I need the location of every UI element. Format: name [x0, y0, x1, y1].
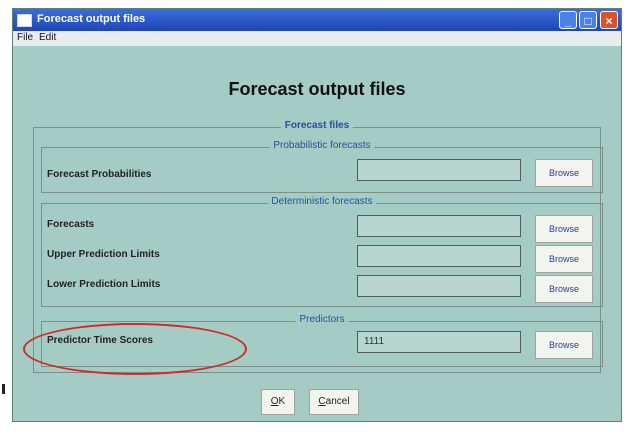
menu-bar: File Edit — [13, 31, 621, 46]
ok-button[interactable]: OK — [261, 389, 295, 415]
upper-prediction-limits-field[interactable] — [357, 245, 521, 267]
maximize-button[interactable]: □ — [579, 11, 597, 29]
close-button[interactable]: × — [600, 11, 618, 29]
cancel-button[interactable]: Cancel — [309, 389, 359, 415]
window-title: Forecast output files — [37, 13, 146, 25]
forecasts-browse-button[interactable]: Browse — [535, 215, 593, 243]
forecasts-field[interactable] — [357, 215, 521, 237]
dialog-window: Forecast output files _ □ × File Edit Fo… — [12, 8, 622, 422]
edge-mark — [2, 384, 5, 394]
predictor-time-scores-field[interactable]: 1111 — [357, 331, 521, 353]
forecast-probabilities-browse-button[interactable]: Browse — [535, 159, 593, 187]
deterministic-legend: Deterministic forecasts — [267, 196, 377, 207]
minimize-button[interactable]: _ — [559, 11, 577, 29]
page-title: Forecast output files — [228, 79, 406, 99]
highlight-ellipse — [23, 323, 247, 375]
upper-prediction-limits-browse-button[interactable]: Browse — [535, 245, 593, 273]
lower-prediction-limits-field[interactable] — [357, 275, 521, 297]
probabilistic-legend: Probabilistic forecasts — [269, 140, 375, 151]
predictors-legend: Predictors — [295, 314, 349, 325]
forecast-probabilities-label: Forecast Probabilities — [47, 169, 152, 180]
title-bar: Forecast output files _ □ × — [13, 9, 621, 31]
predictor-time-scores-browse-button[interactable]: Browse — [535, 331, 593, 359]
upper-prediction-limits-label: Upper Prediction Limits — [47, 249, 160, 260]
forecast-files-legend: Forecast files — [280, 120, 354, 131]
forecast-probabilities-field[interactable] — [357, 159, 521, 181]
lower-prediction-limits-label: Lower Prediction Limits — [47, 279, 161, 290]
lower-prediction-limits-browse-button[interactable]: Browse — [535, 275, 593, 303]
menu-file[interactable]: File — [17, 32, 33, 43]
forecasts-label: Forecasts — [47, 219, 95, 230]
app-icon — [17, 14, 32, 27]
menu-edit[interactable]: Edit — [39, 32, 56, 43]
